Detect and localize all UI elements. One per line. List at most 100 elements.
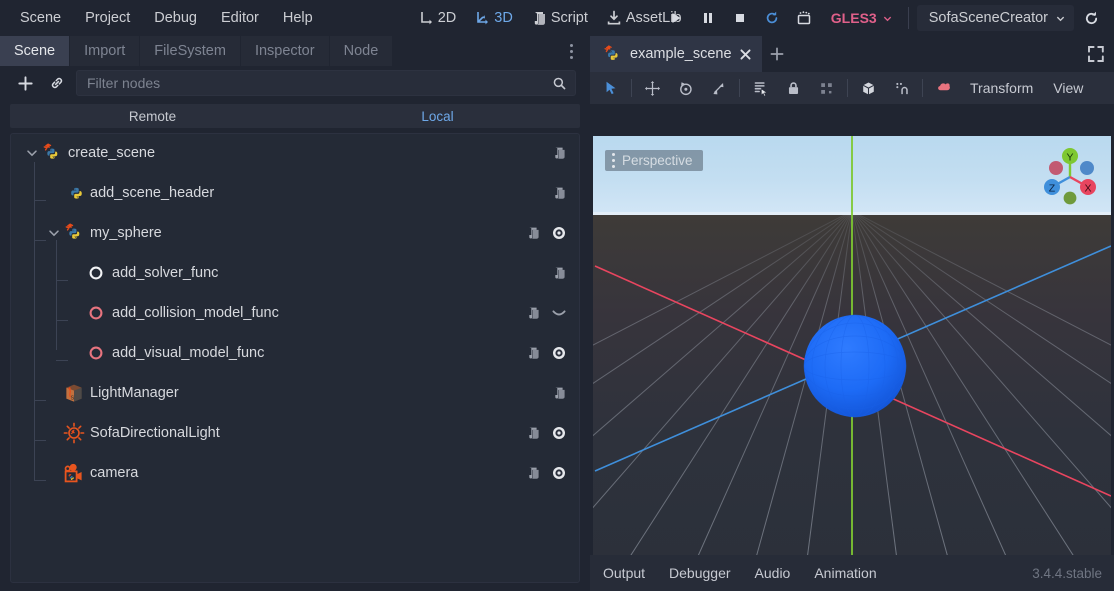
tree-row[interactable]: my_sphere [11,220,579,246]
tab-inspector[interactable]: Inspector [240,36,330,66]
vertical-dots-icon [569,43,573,59]
rotate-mode-button[interactable] [669,73,702,103]
script-button[interactable] [551,385,567,401]
viewport-menu-view[interactable]: View [1043,80,1093,96]
lock-button[interactable] [777,73,810,103]
script-button[interactable] [551,145,567,161]
add-node-button[interactable] [12,70,38,96]
search-icon [553,77,566,89]
gizmo-label-y: Y [1066,151,1073,163]
script-button[interactable] [525,225,541,241]
fullscreen-icon[interactable] [1086,44,1106,64]
instance-scene-button[interactable] [44,70,70,96]
python-node-icon [604,44,618,60]
toolbar-separator [907,7,909,29]
chevron-down-icon[interactable] [25,146,39,160]
vertical-dots-icon [612,153,615,168]
reload-project-button[interactable] [1076,5,1106,31]
play-scene-button[interactable] [757,5,787,31]
scene-tab-example-scene[interactable]: example_scene [590,36,762,72]
chevron-down-icon [1056,16,1065,21]
mode-script-label: Script [550,10,588,26]
chevron-down-icon[interactable] [47,226,61,240]
bottom-panel-audio[interactable]: Audio [744,559,802,587]
stop-icon [735,14,744,22]
tree-node-label: add_scene_header [90,185,215,201]
dock-menu-button[interactable] [562,36,580,66]
group-button[interactable] [810,73,843,103]
preview-sun-button[interactable] [927,73,960,103]
bottom-panel-output[interactable]: Output [592,559,656,587]
script-button[interactable] [525,345,541,361]
perspective-selector[interactable]: Perspective [605,150,703,171]
close-icon[interactable] [739,48,752,61]
menu-debug[interactable]: Debug [143,5,208,31]
script-indicator [555,147,565,159]
viewport-3d[interactable]: Perspective Y Z X [593,136,1111,583]
separator [922,79,923,97]
project-selector[interactable]: SofaSceneCreator [916,5,1074,31]
script-button[interactable] [525,465,541,481]
play-custom-scene-button[interactable] [789,5,819,31]
view-gizmo[interactable]: Y Z X [1037,144,1103,210]
filter-nodes-input[interactable]: Filter nodes [76,70,576,96]
visibility-toggle[interactable] [551,225,567,241]
menu-editor[interactable]: Editor [210,5,270,31]
tab-node[interactable]: Node [329,36,394,66]
local-space-button[interactable] [852,73,885,103]
visibility-toggle[interactable] [551,345,567,361]
menu-project[interactable]: Project [74,5,141,31]
script-button[interactable] [525,425,541,441]
remote-button[interactable]: Remote [10,104,295,128]
tree-row[interactable]: S LightManager [11,380,579,406]
gizmo-axis-neg-y [1063,191,1077,205]
menu-help[interactable]: Help [272,5,324,31]
add-scene-tab-button[interactable] [762,36,792,72]
tab-import[interactable]: Import [70,36,141,66]
visibility-toggle[interactable] [551,465,567,481]
scale-mode-button[interactable] [702,73,735,103]
mode-script-button[interactable]: Script [522,6,597,30]
select-mode-button[interactable] [594,73,627,103]
mode-3d-button[interactable]: 3D [465,6,522,30]
viewport-menu-transform[interactable]: Transform [960,80,1043,96]
tree-row[interactable]: camera [11,460,579,486]
movie-icon [797,11,811,25]
tree-row[interactable]: add_scene_header [11,180,579,206]
play-icon [672,13,681,23]
tree-row[interactable]: add_collision_model_func [11,300,579,326]
scene-tree-toolbar: Filter nodes [0,66,590,100]
perspective-label: Perspective [622,153,693,168]
script-button[interactable] [551,185,567,201]
svg-text:S: S [71,395,75,401]
tree-node-label: LightManager [90,385,179,401]
local-button[interactable]: Local [295,104,580,128]
tree-row[interactable]: add_visual_model_func [11,340,579,366]
mode-2d-button[interactable]: 2D [409,6,466,30]
reload-icon [1085,11,1097,24]
sphere-object[interactable] [803,314,907,418]
tree-row[interactable]: add_solver_func [11,260,579,286]
tree-row[interactable]: SofaDirectionalLight [11,420,579,446]
lock-icon [788,81,799,94]
list-select-button[interactable] [744,73,777,103]
tab-filesystem[interactable]: FileSystem [140,36,241,66]
bottom-panel-debugger[interactable]: Debugger [658,559,742,587]
script-button[interactable] [525,305,541,321]
move-mode-button[interactable] [636,73,669,103]
snap-button[interactable] [885,73,918,103]
renderer-selector[interactable]: GLES3 [821,6,900,30]
bottom-panel-animation[interactable]: Animation [803,559,887,587]
gizmo-label-x: X [1084,182,1091,194]
menu-scene[interactable]: Scene [9,5,72,31]
play-button[interactable] [661,5,691,31]
tree-node-label: add_collision_model_func [112,305,279,321]
script-button[interactable] [551,265,567,281]
tab-scene[interactable]: Scene [0,36,71,66]
visibility-toggle[interactable] [551,425,567,441]
stop-button[interactable] [725,5,755,31]
scene-tree[interactable]: create_scene add_scene_header my_sphereadd… [10,133,580,583]
tree-row[interactable]: create_scene [11,140,579,166]
visibility-toggle[interactable] [551,305,567,321]
pause-button[interactable] [693,5,723,31]
